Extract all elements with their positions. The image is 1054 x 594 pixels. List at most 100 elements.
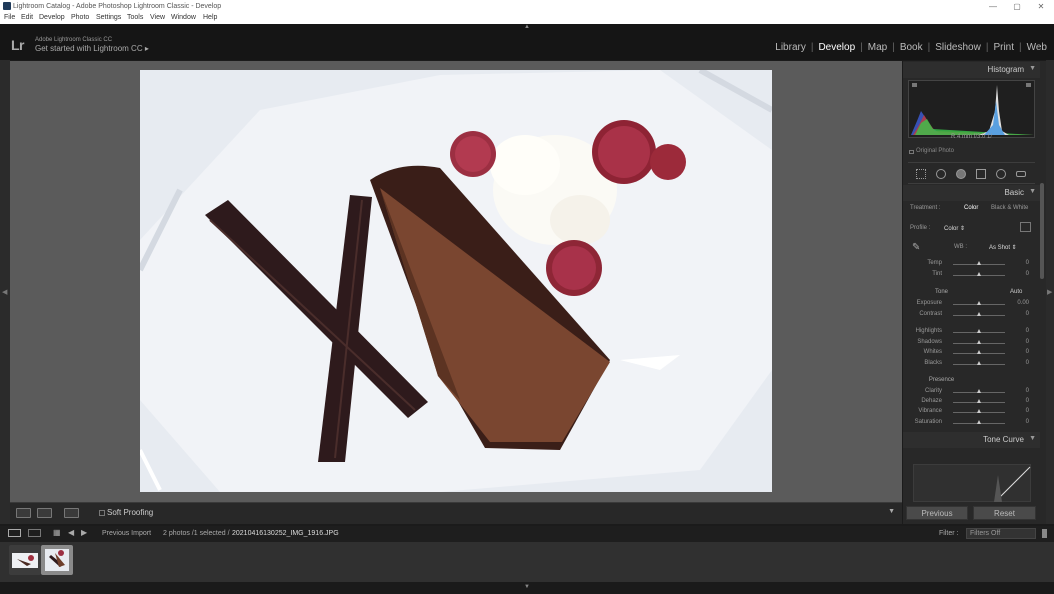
minimize-button[interactable]: — bbox=[983, 0, 1003, 13]
filter-lock-icon[interactable] bbox=[1042, 529, 1047, 538]
slider-thumb[interactable] bbox=[977, 389, 981, 393]
module-slideshow[interactable]: Slideshow bbox=[935, 42, 981, 53]
slider-thumb[interactable] bbox=[977, 312, 981, 316]
menu-tools[interactable]: Tools bbox=[127, 13, 143, 23]
filter-select[interactable]: Filters Off bbox=[966, 528, 1036, 539]
tone-curve-graph[interactable] bbox=[913, 464, 1031, 502]
filmstrip-thumbnail-selected[interactable] bbox=[41, 545, 73, 575]
before-after-split-icon[interactable] bbox=[64, 508, 79, 518]
slider-value[interactable]: 0 bbox=[1026, 408, 1029, 414]
slider-vibrance[interactable]: Vibrance 0 bbox=[903, 407, 1040, 417]
slider-value[interactable]: 0 bbox=[1026, 311, 1029, 317]
menu-edit[interactable]: Edit bbox=[21, 13, 33, 23]
slider-contrast[interactable]: Contrast 0 bbox=[903, 310, 1040, 320]
top-panel-toggle-icon[interactable]: ▲ bbox=[524, 24, 530, 30]
slider-value[interactable]: 0 bbox=[1026, 419, 1029, 425]
slider-saturation[interactable]: Saturation 0 bbox=[903, 418, 1040, 428]
source-label[interactable]: Previous Import bbox=[102, 530, 151, 537]
slider-tint[interactable]: Tint 0 bbox=[903, 270, 1040, 280]
soft-proofing-label[interactable]: Soft Proofing bbox=[107, 508, 153, 517]
slider-thumb[interactable] bbox=[977, 350, 981, 354]
slider-value[interactable]: 0 bbox=[1026, 271, 1029, 277]
filename[interactable]: 20210416130252_IMG_1916.JPG bbox=[232, 530, 339, 537]
forward-arrow-icon[interactable]: ▶ bbox=[81, 528, 87, 537]
photo-preview[interactable] bbox=[140, 70, 772, 492]
slider-thumb[interactable] bbox=[977, 301, 981, 305]
tone-curve-header[interactable]: Tone Curve ▼ bbox=[903, 432, 1040, 448]
previous-button[interactable]: Previous bbox=[906, 506, 968, 520]
menu-help[interactable]: Help bbox=[203, 13, 217, 23]
soft-proofing-checkbox[interactable] bbox=[99, 510, 105, 516]
collapse-icon[interactable]: ▼ bbox=[1029, 435, 1036, 442]
module-develop[interactable]: Develop bbox=[818, 42, 855, 53]
back-arrow-icon[interactable]: ◀ bbox=[68, 528, 74, 537]
slider-thumb[interactable] bbox=[977, 340, 981, 344]
graduated-filter-icon[interactable] bbox=[976, 169, 986, 179]
module-print[interactable]: Print bbox=[993, 42, 1014, 53]
module-map[interactable]: Map bbox=[868, 42, 887, 53]
radial-filter-icon[interactable] bbox=[996, 169, 1006, 179]
grid-view-icon[interactable]: ▦ bbox=[53, 528, 61, 537]
treatment-color[interactable]: Color bbox=[964, 205, 978, 211]
slider-exposure[interactable]: Exposure 0.00 bbox=[903, 299, 1040, 309]
loupe-view-icon[interactable] bbox=[16, 508, 31, 518]
spot-removal-icon[interactable] bbox=[936, 169, 946, 179]
before-after-view-icon[interactable] bbox=[37, 508, 52, 518]
image-canvas[interactable] bbox=[10, 61, 902, 502]
slider-shadows[interactable]: Shadows 0 bbox=[903, 338, 1040, 348]
slider-thumb[interactable] bbox=[977, 420, 981, 424]
slider-temp[interactable]: Temp 0 bbox=[903, 259, 1040, 269]
slider-thumb[interactable] bbox=[977, 261, 981, 265]
slider-clarity[interactable]: Clarity 0 bbox=[903, 387, 1040, 397]
profile-select[interactable]: Color ⇕ bbox=[944, 225, 965, 232]
module-library[interactable]: Library bbox=[775, 42, 806, 53]
wb-select[interactable]: As Shot ⇕ bbox=[989, 244, 1017, 251]
slider-value[interactable]: 0 bbox=[1026, 260, 1029, 266]
slider-whites[interactable]: Whites 0 bbox=[903, 348, 1040, 358]
module-book[interactable]: Book bbox=[900, 42, 923, 53]
slider-dehaze[interactable]: Dehaze 0 bbox=[903, 397, 1040, 407]
treatment-black-white[interactable]: Black & White bbox=[991, 205, 1028, 211]
slider-value[interactable]: 0 bbox=[1026, 349, 1029, 355]
module-web[interactable]: Web bbox=[1027, 42, 1047, 53]
basic-header[interactable]: Basic ▼ bbox=[903, 185, 1040, 201]
second-window-icon[interactable] bbox=[28, 529, 41, 537]
slider-value[interactable]: 0 bbox=[1026, 398, 1029, 404]
left-panel-arrow-icon[interactable]: ◀ bbox=[2, 288, 7, 296]
slider-value[interactable]: 0 bbox=[1026, 328, 1029, 334]
bottom-panel-toggle[interactable]: ▼ bbox=[0, 582, 1054, 594]
bottom-arrow-icon[interactable]: ▼ bbox=[524, 584, 530, 590]
menu-view[interactable]: View bbox=[150, 13, 165, 23]
collapse-icon[interactable]: ▼ bbox=[1029, 65, 1036, 72]
menu-develop[interactable]: Develop bbox=[39, 13, 65, 23]
left-panel-collapsed[interactable]: ◀ bbox=[0, 60, 10, 524]
slider-thumb[interactable] bbox=[977, 272, 981, 276]
slider-value[interactable]: 0 bbox=[1026, 388, 1029, 394]
histogram-header[interactable]: Histogram ▼ bbox=[903, 62, 1040, 78]
close-button[interactable]: ✕ bbox=[1031, 0, 1051, 13]
histogram-graph[interactable] bbox=[908, 80, 1035, 138]
slider-blacks[interactable]: Blacks 0 bbox=[903, 359, 1040, 369]
collapse-icon[interactable]: ▼ bbox=[1029, 188, 1036, 195]
profile-browser-icon[interactable] bbox=[1020, 222, 1031, 232]
filmstrip-thumbnail[interactable] bbox=[9, 545, 41, 575]
slider-thumb[interactable] bbox=[977, 399, 981, 403]
slider-thumb[interactable] bbox=[977, 409, 981, 413]
toolbar-menu-icon[interactable]: ▼ bbox=[888, 508, 895, 515]
right-panel-scrollbar[interactable] bbox=[1040, 183, 1044, 279]
maximize-button[interactable]: ▢ bbox=[1007, 0, 1027, 13]
menu-settings[interactable]: Settings bbox=[96, 13, 121, 23]
slider-thumb[interactable] bbox=[977, 329, 981, 333]
right-edge[interactable]: ▶ bbox=[1046, 60, 1054, 524]
get-started-link[interactable]: Get started with Lightroom CC ▸ bbox=[35, 44, 149, 53]
right-panel-arrow-icon[interactable]: ▶ bbox=[1047, 288, 1052, 296]
crop-icon[interactable] bbox=[916, 169, 926, 179]
slider-value[interactable]: 0.00 bbox=[1017, 300, 1029, 306]
menu-file[interactable]: File bbox=[4, 13, 15, 23]
menu-window[interactable]: Window bbox=[171, 13, 196, 23]
adjustment-brush-icon[interactable] bbox=[1016, 171, 1026, 177]
reset-button[interactable]: Reset bbox=[973, 506, 1036, 520]
slider-value[interactable]: 0 bbox=[1026, 360, 1029, 366]
slider-highlights[interactable]: Highlights 0 bbox=[903, 327, 1040, 337]
auto-tone-button[interactable]: Auto bbox=[1010, 289, 1022, 295]
